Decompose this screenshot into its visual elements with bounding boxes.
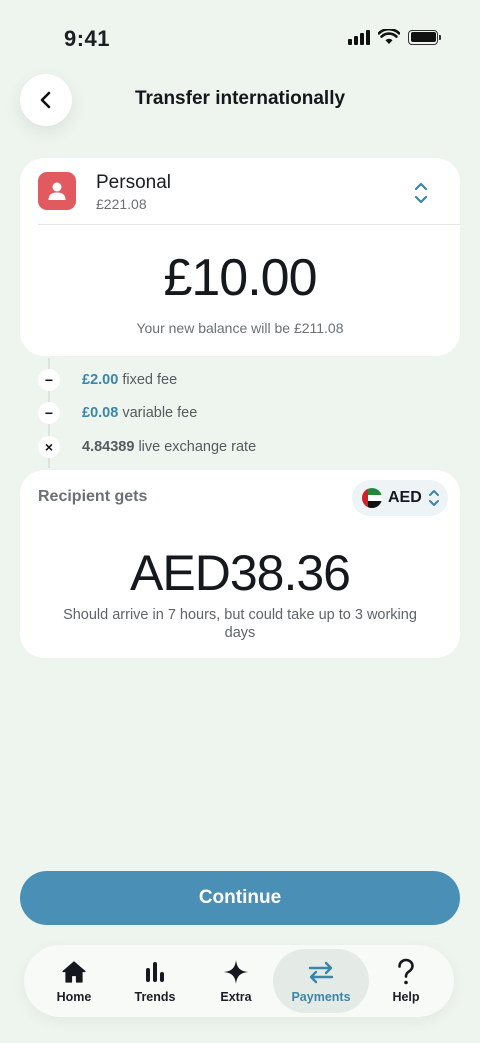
chevron-up-down-icon [428,488,440,508]
continue-button[interactable]: Continue [20,871,460,925]
fixed-fee-amount: £2.00 [82,372,119,388]
transfer-arrows-icon [307,958,335,986]
bar-chart-icon [144,958,166,986]
account-name: Personal [96,172,171,193]
minus-icon: − [38,402,60,424]
recipient-label: Recipient gets [38,488,148,505]
fee-row-exchange-rate: × 4.84389 live exchange rate [38,436,256,458]
tab-label: Payments [291,990,351,1004]
variable-fee-label: variable fee [118,405,198,421]
send-amount-input[interactable]: £10.00 [20,248,460,308]
tab-label: Extra [220,990,252,1004]
tab-help[interactable]: Help [358,949,454,1013]
currency-code: AED [388,489,422,506]
tab-extra[interactable]: Extra [188,949,284,1013]
cellular-signal-icon [348,29,370,45]
tab-label: Home [56,990,92,1004]
header: Transfer internationally [0,72,480,130]
divider [38,224,460,225]
page-title: Transfer internationally [134,88,346,109]
exchange-rate-value: 4.84389 [82,439,135,455]
tab-label: Help [392,990,420,1004]
fee-breakdown: − £2.00 fixed fee − £0.08 variable fee ×… [20,358,460,468]
chevron-up-down-icon[interactable] [410,178,432,208]
question-mark-icon [396,958,416,986]
fixed-fee-label: fixed fee [118,372,178,388]
variable-fee-amount: £0.08 [82,405,119,421]
home-icon [61,958,87,986]
sparkle-icon [223,958,249,986]
tab-bar: Home Trends Extra Payments Help [24,945,454,1017]
tab-label: Trends [134,990,176,1004]
minus-icon: − [38,369,60,391]
fee-row-fixed: − £2.00 fixed fee [38,369,177,391]
wifi-icon [378,29,400,44]
arrival-estimate: Should arrive in 7 hours, but could take… [63,607,417,641]
uae-flag-icon [362,488,382,508]
currency-selector[interactable]: AED [352,480,448,516]
recipient-card: Recipient gets AED AED38.36 Should arriv… [20,470,460,658]
battery-icon [408,29,441,45]
fee-row-variable: − £0.08 variable fee [38,402,197,424]
new-balance-text: Your new balance will be £211.08 [136,320,344,336]
person-avatar-icon [38,172,76,210]
status-time: 9:41 [64,26,111,51]
account-selector[interactable]: Personal £221.08 [38,172,442,224]
exchange-rate-label: live exchange rate [134,439,257,455]
receive-amount[interactable]: AED38.36 [20,544,460,602]
source-account-card: Personal £221.08 £10.00 Your new balance… [20,158,460,356]
status-bar: 9:41 [0,0,480,76]
account-balance: £221.08 [96,196,147,212]
tab-payments[interactable]: Payments [273,949,369,1013]
status-icons [348,29,441,45]
multiply-icon: × [38,436,60,458]
